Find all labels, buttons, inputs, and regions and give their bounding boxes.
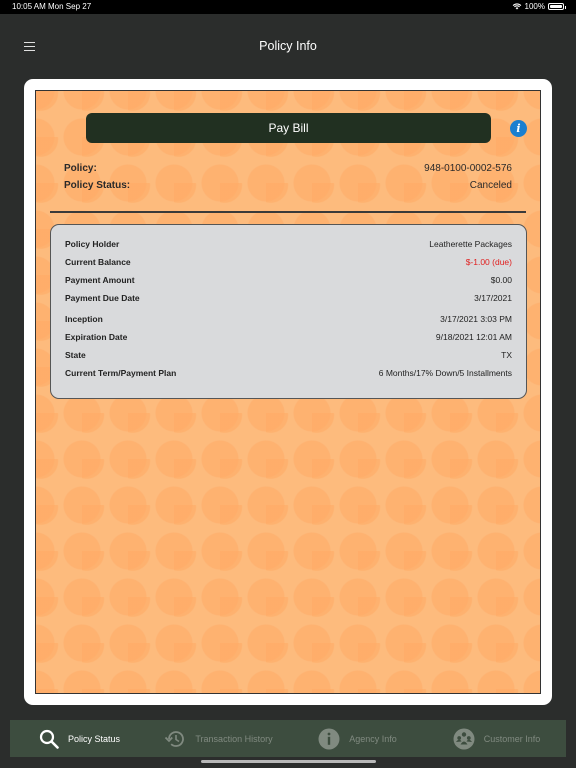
tab-customer-info[interactable]: Customer Info <box>427 720 566 757</box>
status-right: 100% <box>512 2 566 11</box>
page-title: Policy Info <box>259 39 317 53</box>
detail-row-payment-amount: Payment Amount $0.00 <box>65 275 512 287</box>
detail-value: 6 Months/17% Down/5 Installments <box>378 368 512 378</box>
home-indicator[interactable] <box>201 760 376 763</box>
policy-card: Pay Bill i Policy: 948-0100-0002-576 Pol… <box>24 79 552 705</box>
battery-percent: 100% <box>524 2 545 11</box>
detail-label: Policy Holder <box>65 239 120 249</box>
policy-status-row: Policy Status: Canceled <box>64 180 512 194</box>
tab-label: Customer Info <box>483 733 541 744</box>
status-time: 10:05 AM <box>12 2 46 11</box>
detail-value: Leatherette Packages <box>429 239 512 249</box>
status-date: Mon Sep 27 <box>48 2 92 11</box>
detail-label: Inception <box>65 314 103 324</box>
balance-due-value: $-1.00 (due) <box>465 257 512 267</box>
detail-row-state: State TX <box>65 350 512 362</box>
detail-value: 9/18/2021 12:01 AM <box>435 332 512 342</box>
nav-bar: Policy Info <box>0 14 576 78</box>
status-bar: 10:05 AM Mon Sep 27 100% <box>0 0 576 14</box>
policy-number-row: Policy: 948-0100-0002-576 <box>64 163 512 177</box>
policy-details-box: Policy Holder Leatherette Packages Curre… <box>50 224 527 399</box>
info-icon[interactable]: i <box>510 120 527 137</box>
detail-label: Current Term/Payment Plan <box>65 368 177 378</box>
tab-transaction-history[interactable]: Transaction History <box>149 720 288 757</box>
search-icon <box>39 729 59 749</box>
detail-value: 3/17/2021 <box>474 293 512 303</box>
tab-policy-status[interactable]: Policy Status <box>10 720 149 757</box>
detail-label: State <box>65 350 86 360</box>
info-circle-icon <box>318 728 340 749</box>
detail-label: Expiration Date <box>65 332 128 342</box>
detail-row-payment-plan: Current Term/Payment Plan 6 Months/17% D… <box>65 368 512 380</box>
policy-status-value: Canceled <box>469 180 512 191</box>
detail-value: TX <box>501 350 512 360</box>
detail-row-payment-due-date: Payment Due Date 3/17/2021 <box>65 293 512 305</box>
wifi-icon <box>512 3 521 10</box>
tab-agency-info[interactable]: Agency Info <box>288 720 427 757</box>
customers-icon <box>453 728 475 749</box>
detail-value: $0.00 <box>490 275 512 285</box>
policy-number: 948-0100-0002-576 <box>424 163 512 174</box>
detail-label: Current Balance <box>65 257 131 267</box>
tab-label: Transaction History <box>195 733 273 744</box>
detail-row-inception: Inception 3/17/2021 3:03 PM <box>65 314 512 326</box>
history-icon <box>165 730 185 747</box>
policy-status-label: Policy Status: <box>64 180 131 191</box>
detail-row-policy-holder: Policy Holder Leatherette Packages <box>65 239 512 251</box>
policy-panel: Pay Bill i Policy: 948-0100-0002-576 Pol… <box>35 90 541 694</box>
detail-label: Payment Due Date <box>65 293 140 303</box>
detail-row-current-balance: Current Balance $-1.00 (due) <box>65 257 512 269</box>
divider <box>50 211 526 213</box>
policy-label: Policy: <box>64 163 97 174</box>
tab-label: Agency Info <box>349 733 397 744</box>
battery-icon <box>548 3 566 10</box>
tab-bar: Policy Status Transaction History Agency… <box>10 720 566 757</box>
pay-bill-button[interactable]: Pay Bill <box>86 113 491 143</box>
detail-value: 3/17/2021 3:03 PM <box>440 314 512 324</box>
detail-row-expiration-date: Expiration Date 9/18/2021 12:01 AM <box>65 332 512 344</box>
tab-label: Policy Status <box>67 733 121 744</box>
detail-label: Payment Amount <box>65 275 135 285</box>
